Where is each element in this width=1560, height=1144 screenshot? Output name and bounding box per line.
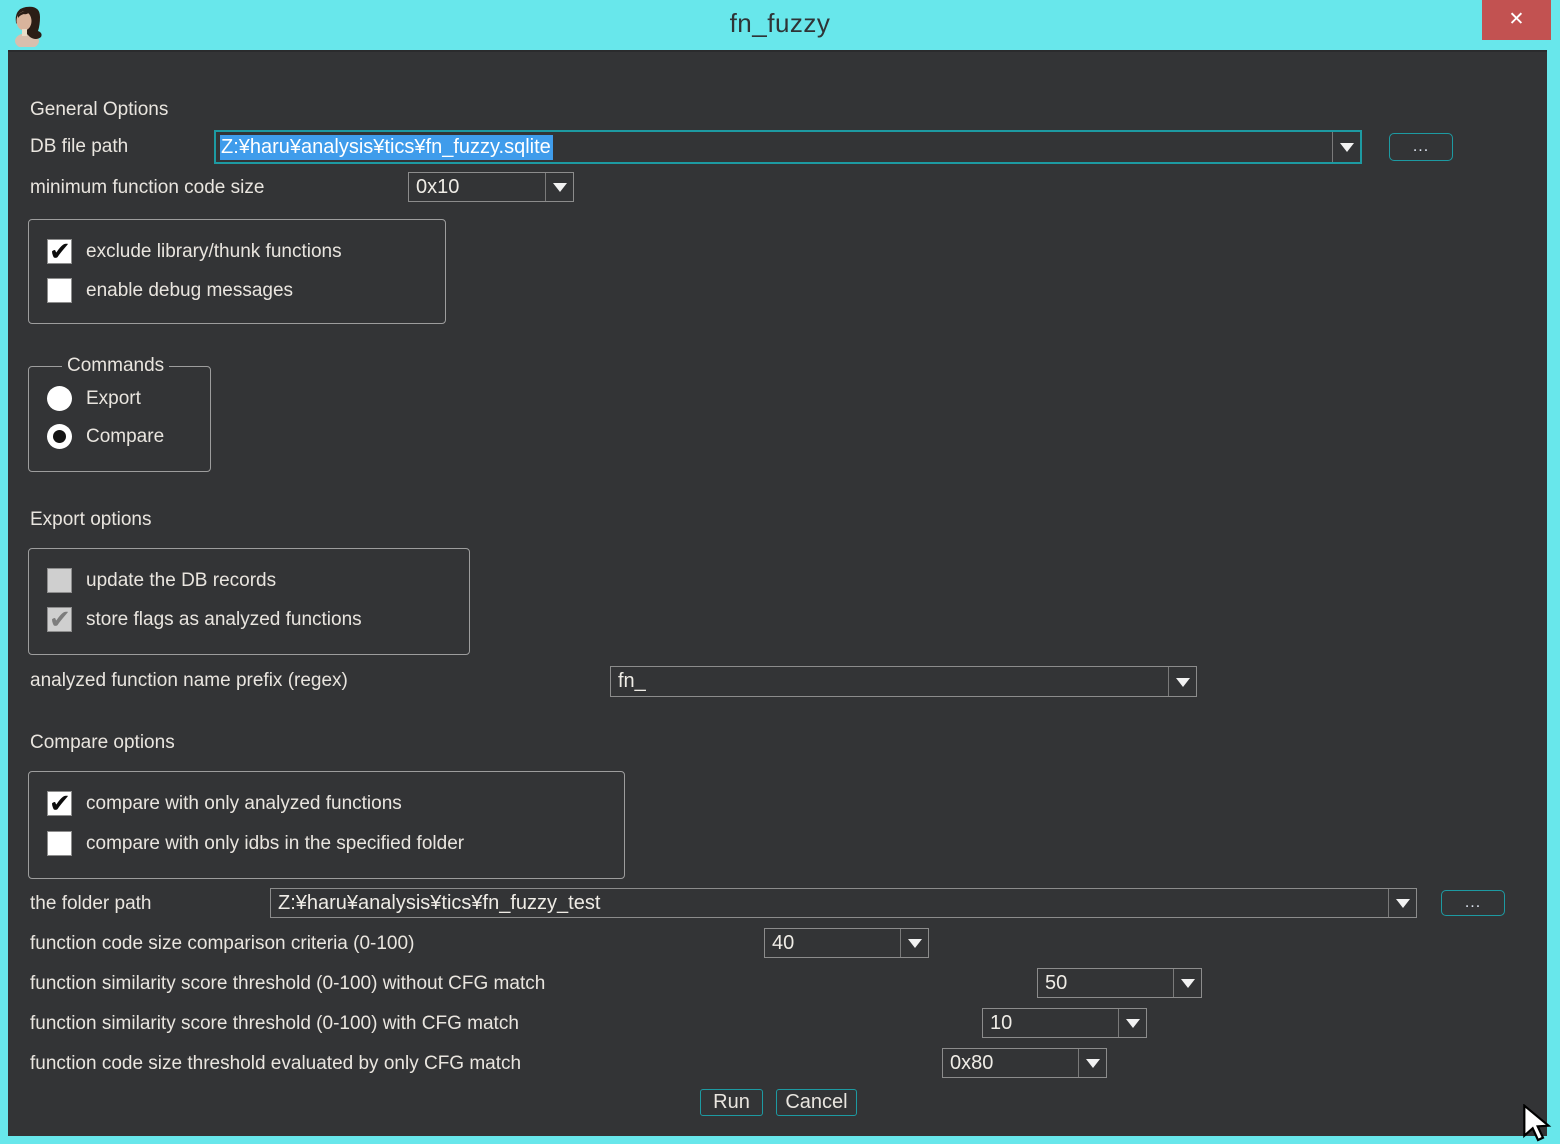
store-flags-label: store flags as analyzed functions bbox=[86, 609, 362, 631]
sim-without-cfg-value[interactable]: 50 bbox=[1038, 969, 1173, 997]
db-path-browse-button[interactable]: ... bbox=[1389, 133, 1453, 161]
prefix-label: analyzed function name prefix (regex) bbox=[30, 670, 348, 692]
commands-legend: Commands bbox=[62, 355, 169, 377]
sim-with-cfg-label: function similarity score threshold (0-1… bbox=[30, 1013, 519, 1035]
folder-path-combobox[interactable]: Z:¥haru¥analysis¥tics¥fn_fuzzy_test bbox=[270, 888, 1417, 918]
chevron-down-icon[interactable] bbox=[1173, 969, 1201, 997]
size-cfg-value[interactable]: 0x80 bbox=[943, 1049, 1078, 1077]
chevron-down-icon[interactable] bbox=[1168, 667, 1196, 696]
update-db-checkbox bbox=[47, 568, 72, 593]
only-analyzed-checkbox[interactable] bbox=[47, 791, 72, 816]
db-file-path-combobox[interactable]: Z:¥haru¥analysis¥tics¥fn_fuzzy.sqlite bbox=[215, 131, 1361, 163]
window-title: fn_fuzzy bbox=[0, 0, 1560, 46]
exclude-library-label[interactable]: exclude library/thunk functions bbox=[86, 241, 342, 263]
min-code-size-value[interactable]: 0x10 bbox=[409, 173, 545, 201]
exclude-library-checkbox[interactable] bbox=[47, 239, 72, 264]
folder-path-label: the folder path bbox=[30, 893, 151, 915]
db-file-path-label: DB file path bbox=[30, 136, 128, 158]
criteria-value[interactable]: 40 bbox=[765, 929, 900, 957]
only-idbs-label[interactable]: compare with only idbs in the specified … bbox=[86, 833, 464, 855]
general-options-heading: General Options bbox=[30, 99, 168, 121]
enable-debug-label[interactable]: enable debug messages bbox=[86, 280, 293, 302]
enable-debug-checkbox[interactable] bbox=[47, 278, 72, 303]
only-idbs-checkbox[interactable] bbox=[47, 831, 72, 856]
commands-group bbox=[28, 366, 211, 472]
sim-with-cfg-value[interactable]: 10 bbox=[983, 1009, 1118, 1037]
chevron-down-icon[interactable] bbox=[1332, 132, 1360, 162]
update-db-label: update the DB records bbox=[86, 570, 276, 592]
criteria-label: function code size comparison criteria (… bbox=[30, 933, 414, 955]
export-radio-label[interactable]: Export bbox=[86, 388, 141, 410]
chevron-down-icon[interactable] bbox=[900, 929, 928, 957]
size-cfg-dropdown[interactable]: 0x80 bbox=[942, 1048, 1107, 1078]
run-button[interactable]: Run bbox=[700, 1089, 763, 1116]
min-code-size-label: minimum function code size bbox=[30, 177, 264, 199]
only-analyzed-label[interactable]: compare with only analyzed functions bbox=[86, 793, 402, 815]
chevron-down-icon[interactable] bbox=[1078, 1049, 1106, 1077]
sim-without-cfg-label: function similarity score threshold (0-1… bbox=[30, 973, 545, 995]
compare-options-heading: Compare options bbox=[30, 732, 175, 754]
size-cfg-label: function code size threshold evaluated b… bbox=[30, 1053, 521, 1075]
cancel-button[interactable]: Cancel bbox=[776, 1089, 857, 1116]
criteria-dropdown[interactable]: 40 bbox=[764, 928, 929, 958]
chevron-down-icon[interactable] bbox=[1118, 1009, 1146, 1037]
export-options-heading: Export options bbox=[30, 509, 151, 531]
titlebar[interactable]: fn_fuzzy ✕ bbox=[0, 0, 1560, 50]
compare-radio-label[interactable]: Compare bbox=[86, 426, 164, 448]
sim-with-cfg-dropdown[interactable]: 10 bbox=[982, 1008, 1147, 1038]
folder-path-value[interactable]: Z:¥haru¥analysis¥tics¥fn_fuzzy_test bbox=[271, 889, 1388, 917]
export-radio[interactable] bbox=[47, 386, 72, 411]
compare-options-group bbox=[28, 771, 625, 879]
db-file-path-value[interactable]: Z:¥haru¥analysis¥tics¥fn_fuzzy.sqlite bbox=[216, 132, 1332, 162]
chevron-down-icon[interactable] bbox=[1388, 889, 1416, 917]
prefix-value[interactable]: fn_ bbox=[611, 667, 1168, 696]
export-options-group bbox=[28, 548, 470, 655]
min-code-size-dropdown[interactable]: 0x10 bbox=[408, 172, 574, 202]
sim-without-cfg-dropdown[interactable]: 50 bbox=[1037, 968, 1202, 998]
close-button[interactable]: ✕ bbox=[1482, 0, 1551, 40]
store-flags-checkbox bbox=[47, 607, 72, 632]
general-checkbox-group bbox=[28, 219, 446, 324]
folder-browse-button[interactable]: ... bbox=[1441, 890, 1505, 916]
chevron-down-icon[interactable] bbox=[545, 173, 573, 201]
compare-radio[interactable] bbox=[47, 424, 72, 449]
prefix-combobox[interactable]: fn_ bbox=[610, 666, 1197, 697]
